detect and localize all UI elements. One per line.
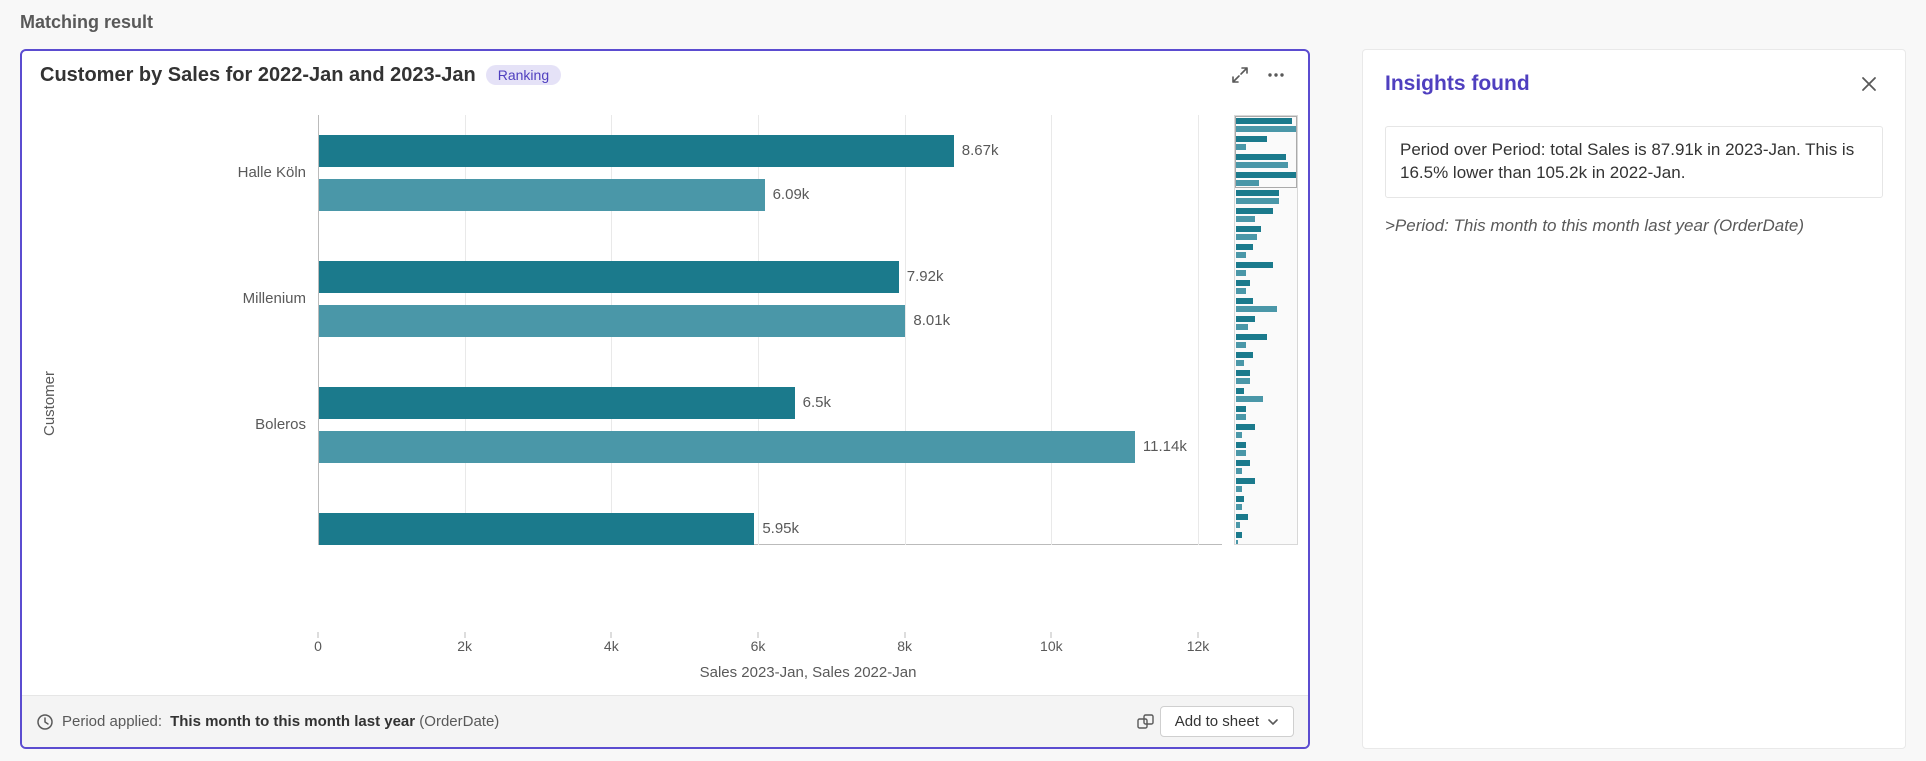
category-label: Halle Köln xyxy=(238,164,306,181)
insights-card: Insights found Period over Period: total… xyxy=(1362,49,1906,749)
minimap-bar xyxy=(1236,352,1253,358)
y-axis-label: Customer xyxy=(42,370,59,435)
minimap-bar xyxy=(1236,342,1246,348)
minimap-bar xyxy=(1236,270,1246,276)
minimap-bar xyxy=(1236,244,1253,250)
more-icon[interactable] xyxy=(1262,61,1290,89)
add-to-sheet-label: Add to sheet xyxy=(1175,713,1259,730)
minimap-bar xyxy=(1236,514,1248,520)
minimap-bar xyxy=(1236,262,1273,268)
minimap-bar xyxy=(1236,450,1246,456)
close-icon[interactable] xyxy=(1855,70,1883,98)
card-footer: Period applied: This month to this month… xyxy=(22,695,1308,747)
bar[interactable] xyxy=(318,387,795,419)
x-tick-label: 2k xyxy=(457,638,472,654)
bar[interactable] xyxy=(318,179,765,211)
minimap-bar xyxy=(1236,486,1242,492)
minimap-bar xyxy=(1236,252,1246,258)
minimap-bar xyxy=(1236,424,1255,430)
y-baseline xyxy=(318,115,319,545)
minimap-bar xyxy=(1236,360,1244,366)
minimap-bar xyxy=(1236,460,1250,466)
period-label: Period applied: xyxy=(62,713,162,730)
insight-body: Period over Period: total Sales is 87.91… xyxy=(1385,126,1883,198)
x-axis-ticks: 02k4k6k8k10k12k xyxy=(318,632,1198,660)
card-header: Customer by Sales for 2022-Jan and 2023-… xyxy=(22,51,1308,95)
section-heading: Matching result xyxy=(20,12,1906,33)
bar[interactable] xyxy=(318,513,754,545)
bar[interactable] xyxy=(318,431,1135,463)
category-label: Boleros xyxy=(255,416,306,433)
minimap-bar xyxy=(1236,504,1242,510)
x-tick-label: 6k xyxy=(751,638,766,654)
minimap-bar xyxy=(1236,406,1246,412)
minimap-bar xyxy=(1236,540,1238,545)
fullscreen-icon[interactable] xyxy=(1226,61,1254,89)
minimap-bar xyxy=(1236,298,1253,304)
minimap-bar xyxy=(1236,306,1277,312)
explore-icon[interactable] xyxy=(1132,708,1160,736)
bar-value-label: 5.95k xyxy=(762,520,799,537)
minimap-bar xyxy=(1236,468,1242,474)
chart-body: Customer Halle Köln Millenium Boleros 8.67… xyxy=(22,95,1308,695)
insights-title: Insights found xyxy=(1385,72,1530,96)
minimap-bar xyxy=(1236,396,1263,402)
minimap-bar xyxy=(1236,280,1250,286)
minimap-bar xyxy=(1236,198,1279,204)
bar-value-label: 8.01k xyxy=(913,312,950,329)
minimap-bar xyxy=(1236,190,1279,196)
minimap-bar xyxy=(1236,496,1244,502)
footer-period: Period applied: This month to this month… xyxy=(36,713,499,731)
minimap-viewport[interactable] xyxy=(1235,116,1297,188)
x-tick-label: 0 xyxy=(314,638,322,654)
minimap-bar xyxy=(1236,414,1246,420)
x-axis-label: Sales 2023-Jan, Sales 2022-Jan xyxy=(318,660,1298,691)
x-tick-label: 8k xyxy=(897,638,912,654)
y-axis-label-wrap: Customer xyxy=(32,115,68,691)
bar[interactable] xyxy=(318,135,954,167)
x-tick-label: 4k xyxy=(604,638,619,654)
minimap-bar xyxy=(1236,478,1255,484)
ranking-tag: Ranking xyxy=(486,65,561,85)
bar-value-label: 6.09k xyxy=(773,186,810,203)
chart-card: Customer by Sales for 2022-Jan and 2023-… xyxy=(20,49,1310,749)
minimap-bar xyxy=(1236,216,1255,222)
minimap-bar xyxy=(1236,288,1246,294)
minimap-bar xyxy=(1236,316,1255,322)
minimap-bar xyxy=(1236,522,1240,528)
insights-header: Insights found xyxy=(1385,70,1883,98)
minimap[interactable] xyxy=(1234,115,1298,545)
minimap-bar xyxy=(1236,388,1244,394)
minimap-bar xyxy=(1236,234,1257,240)
bar-value-label: 7.92k xyxy=(907,268,944,285)
minimap-bar xyxy=(1236,334,1267,340)
clock-icon xyxy=(36,713,54,731)
x-tick-label: 12k xyxy=(1187,638,1210,654)
plot-area[interactable]: 8.67k 6.09k 7.92k 8.01k 6.5k 11.14k 5.95k xyxy=(318,115,1222,545)
x-tick-label: 10k xyxy=(1040,638,1063,654)
minimap-bar xyxy=(1236,442,1246,448)
insight-note: >Period: This month to this month last y… xyxy=(1385,216,1883,236)
period-value: This month to this month last year xyxy=(170,713,415,730)
category-label: Millenium xyxy=(243,290,306,307)
add-to-sheet-button[interactable]: Add to sheet xyxy=(1160,706,1294,737)
category-labels: Halle Köln Millenium Boleros xyxy=(68,115,318,691)
minimap-bar xyxy=(1236,226,1261,232)
minimap-bar xyxy=(1236,532,1242,538)
minimap-bar xyxy=(1236,208,1273,214)
chevron-down-icon xyxy=(1267,716,1279,728)
minimap-bar xyxy=(1236,370,1250,376)
minimap-bar xyxy=(1236,378,1250,384)
minimap-bar xyxy=(1236,432,1242,438)
bar-value-label: 11.14k xyxy=(1143,438,1187,455)
bar[interactable] xyxy=(318,261,899,293)
bar[interactable] xyxy=(318,305,905,337)
minimap-bar xyxy=(1236,324,1248,330)
card-title: Customer by Sales for 2022-Jan and 2023-… xyxy=(40,64,476,87)
bar-value-label: 8.67k xyxy=(962,142,999,159)
period-field: (OrderDate) xyxy=(419,713,499,730)
bar-value-label: 6.5k xyxy=(803,394,831,411)
